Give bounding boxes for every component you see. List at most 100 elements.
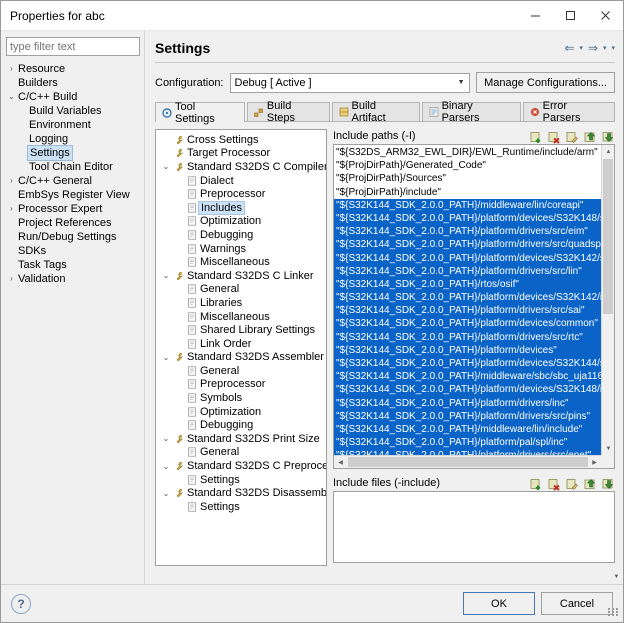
resize-grip[interactable] [608,608,620,620]
category-item[interactable]: Miscellaneous [156,310,326,324]
category-item[interactable]: ⌄ Standard S32DS Print Size [156,432,326,446]
category-item[interactable]: Preprocessor [156,187,326,201]
category-item[interactable]: Cross Settings [156,133,326,147]
twisty-icon[interactable]: ⌄ [160,489,172,498]
include-path-row[interactable]: "${S32K144_SDK_2.0.0_PATH}/platform/devi… [334,291,601,305]
twisty-icon[interactable]: ⌄ [160,353,172,362]
edit-icon[interactable] [564,476,579,491]
category-item[interactable]: Settings [156,473,326,487]
category-item[interactable]: ⌄ Standard S32DS Assembler [156,351,326,365]
edit-icon[interactable] [564,129,579,144]
filter-input[interactable] [6,37,140,56]
category-item[interactable]: ⌄ Standard S32DS Disassembler [156,486,326,500]
include-path-row[interactable]: "${S32K144_SDK_2.0.0_PATH}/platform/devi… [334,383,601,397]
include-path-row[interactable]: "${ProjDirPath}/Generated_Code" [334,159,601,172]
category-item[interactable]: General [156,446,326,460]
add-icon[interactable] [528,129,543,144]
add-icon[interactable] [528,476,543,491]
include-path-row[interactable]: "${S32K144_SDK_2.0.0_PATH}/platform/devi… [334,343,601,357]
include-paths-list[interactable]: "${S32DS_ARM32_EWL_DIR}/EWL_Runtime/incl… [333,144,615,469]
twisty-icon[interactable]: ⌄ [160,434,172,443]
tree-item-run-debug-settings[interactable]: Run/Debug Settings [6,230,140,244]
include-path-row[interactable]: "${S32K144_SDK_2.0.0_PATH}/platform/driv… [334,264,601,278]
category-tree[interactable]: Cross Settings Target Processor ⌄ Standard … [155,129,327,566]
category-item[interactable]: ⌄ Standard S32DS C Linker [156,269,326,283]
maximize-button[interactable] [553,1,588,30]
twisty-icon[interactable]: ⌄ [6,90,17,104]
tree-item-sdks[interactable]: SDKs [6,244,140,258]
category-item[interactable]: Debugging [156,418,326,432]
tree-item-cpp-general[interactable]: › C/C++ General [6,174,140,188]
twisty-icon[interactable]: › [6,272,17,286]
move-down-icon[interactable] [600,476,615,491]
include-path-row[interactable]: "${S32K144_SDK_2.0.0_PATH}/middleware/sb… [334,370,601,384]
close-button[interactable] [588,1,623,30]
category-item[interactable]: Optimization [156,215,326,229]
delete-icon[interactable] [546,476,561,491]
include-path-row[interactable]: "${S32K144_SDK_2.0.0_PATH}/platform/driv… [334,396,601,410]
pane-scrollbar[interactable]: ▼ [145,570,623,584]
category-item[interactable]: Shared Library Settings [156,323,326,337]
tab-tool-settings[interactable]: Tool Settings [155,101,245,125]
category-item[interactable]: Includes [156,200,326,215]
tree-item-cpp-build[interactable]: ⌄ C/C++ Build [6,90,140,104]
cancel-button[interactable]: Cancel [541,592,613,615]
tree-item-processor-expert[interactable]: › Processor Expert [6,202,140,216]
move-up-icon[interactable] [582,129,597,144]
tree-item-environment[interactable]: Environment [6,118,140,132]
tree-item-project-references[interactable]: Project References [6,216,140,230]
include-paths-hscrollbar[interactable]: ◀ ▶ [334,455,614,468]
tab-binary-parsers[interactable]: Binary Parsers [421,100,521,124]
category-item[interactable]: General [156,283,326,297]
include-path-row[interactable]: "${S32K144_SDK_2.0.0_PATH}/rtos/osif" [334,277,601,292]
view-menu-chevron-icon[interactable]: ▾ [611,44,615,52]
tree-item-logging[interactable]: Logging [6,132,140,146]
tree-item-settings[interactable]: Settings [6,145,140,161]
help-icon[interactable]: ? [11,593,31,614]
include-path-row[interactable]: "${S32K144_SDK_2.0.0_PATH}/platform/driv… [334,304,601,318]
include-files-list[interactable] [333,491,615,563]
include-path-row[interactable]: "${S32K144_SDK_2.0.0_PATH}/platform/driv… [334,409,601,423]
pane-scroll-down-arrow-icon[interactable]: ▼ [610,570,623,583]
delete-icon[interactable] [546,129,561,144]
vscroll-thumb[interactable] [603,159,613,314]
category-item[interactable]: Miscellaneous [156,255,326,269]
include-path-row[interactable]: "${S32K144_SDK_2.0.0_PATH}/platform/driv… [334,225,601,239]
category-item[interactable]: Target Processor [156,147,326,161]
category-item[interactable]: Libraries [156,296,326,310]
include-path-row[interactable]: "${ProjDirPath}/include" [334,186,601,199]
tree-item-build-variables[interactable]: Build Variables [6,104,140,118]
tree-item-resource[interactable]: › Resource [6,62,140,76]
twisty-icon[interactable]: › [6,202,17,216]
tree-item-builders[interactable]: Builders [6,76,140,90]
include-path-row[interactable]: "${S32K144_SDK_2.0.0_PATH}/platform/pal/… [334,436,601,450]
forward-menu-chevron-icon[interactable]: ▾ [603,44,607,52]
category-item[interactable]: Dialect [156,174,326,188]
tree-item-tool-chain-editor[interactable]: Tool Chain Editor [6,160,140,174]
scroll-up-arrow-icon[interactable]: ▲ [602,145,614,158]
twisty-icon[interactable]: ⌄ [160,271,172,280]
forward-arrow-icon[interactable]: ⇒ [588,41,598,55]
scroll-left-arrow-icon[interactable]: ◀ [334,456,347,468]
category-item[interactable]: Optimization [156,405,326,419]
include-path-row[interactable]: "${S32K144_SDK_2.0.0_PATH}/platform/devi… [334,251,601,265]
category-item[interactable]: General [156,364,326,378]
scroll-right-arrow-icon[interactable]: ▶ [588,456,601,468]
tree-item-validation[interactable]: › Validation [6,272,140,286]
include-path-row[interactable]: "${S32K144_SDK_2.0.0_PATH}/platform/devi… [334,211,601,226]
category-item[interactable]: ⌄ Standard S32DS C Compiler [156,160,326,174]
include-path-row[interactable]: "${S32K144_SDK_2.0.0_PATH}/platform/devi… [334,357,601,371]
include-path-row[interactable]: "${S32K144_SDK_2.0.0_PATH}/middleware/li… [334,422,601,437]
hscroll-thumb[interactable] [348,457,614,467]
include-paths-vscrollbar[interactable]: ▲ ▼ [601,145,614,455]
tree-item-embsys-register-view[interactable]: EmbSys Register View [6,188,140,202]
twisty-icon[interactable]: ⌄ [160,462,172,471]
include-path-row[interactable]: "${S32DS_ARM32_EWL_DIR}/EWL_Runtime/incl… [334,146,601,159]
include-path-row[interactable]: "${S32K144_SDK_2.0.0_PATH}/middleware/li… [334,198,601,212]
tab-error-parsers[interactable]: Error Parsers [522,100,615,124]
manage-configurations-button[interactable]: Manage Configurations... [476,72,615,93]
twisty-icon[interactable]: › [6,62,17,76]
category-item[interactable]: Link Order [156,337,326,351]
tab-build-artifact[interactable]: Build Artifact [331,100,420,124]
ok-button[interactable]: OK [463,592,535,615]
